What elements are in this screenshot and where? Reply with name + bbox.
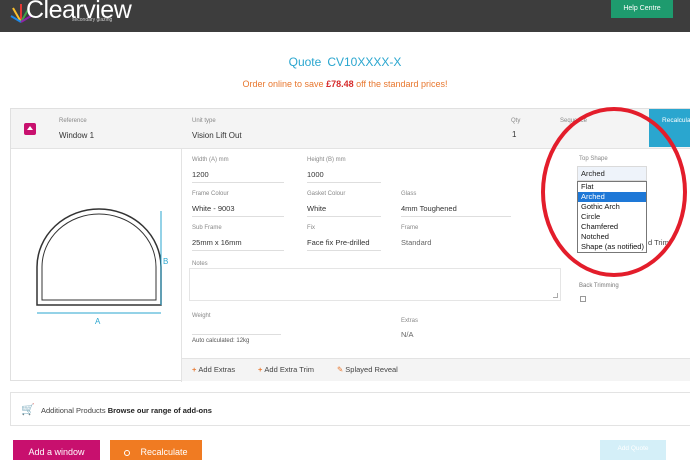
edit-icon: ✎: [337, 365, 344, 374]
top-shape-option-shape-as-notified[interactable]: Shape (as notified): [578, 242, 646, 252]
additional-products-text: Additional Products Browse our range of …: [41, 406, 212, 415]
width-label: Width (A) mm: [192, 157, 229, 163]
top-shape-option-gothic-arch[interactable]: Gothic Arch: [578, 202, 646, 212]
logo-subtitle: secondary glazing: [72, 17, 113, 23]
promo-text-before: Order online to save: [242, 79, 327, 89]
window-shape-preview: B A: [11, 149, 182, 382]
top-shape-option-circle[interactable]: Circle: [578, 212, 646, 222]
reference-field[interactable]: Window 1: [59, 131, 94, 140]
plus-icon: +: [192, 365, 197, 374]
diagram-label-b: B: [163, 257, 168, 266]
sub-frame-select[interactable]: 25mm x 16mm: [192, 238, 284, 251]
top-shape-label: Top Shape: [579, 156, 608, 162]
quote-title-label: Quote: [288, 55, 322, 69]
splayed-reveal-label: Splayed Reveal: [345, 365, 398, 374]
gasket-colour-label: Gasket Colour: [307, 191, 346, 197]
add-window-button[interactable]: Add a window: [13, 440, 100, 460]
sequence-label: Sequence: [560, 118, 588, 124]
spinner-icon: [124, 449, 131, 456]
plus-icon: +: [258, 365, 263, 374]
recalculate-button[interactable]: Recalculate: [110, 440, 202, 460]
unit-type-label: Unit type: [192, 118, 216, 124]
top-shape-select[interactable]: Arched: [577, 166, 647, 181]
add-extra-trim-label: Add Extra Trim: [264, 365, 314, 374]
frame-colour-select[interactable]: White - 9003: [192, 204, 284, 217]
height-input[interactable]: 1000: [307, 170, 381, 183]
recalculate-tab-button[interactable]: Recalculate: [649, 109, 690, 147]
glass-label: Glass: [401, 191, 417, 197]
frame-label: Frame: [401, 225, 419, 231]
frame-colour-label: Frame Colour: [192, 191, 229, 197]
add-extras-label: Add Extras: [198, 365, 236, 374]
weight-label: Weight: [192, 313, 211, 319]
promo-amount: £78.48: [326, 79, 354, 89]
weight-auto-note: Auto calculated: 12kg: [192, 338, 250, 344]
unit-type-select[interactable]: Vision Lift Out: [192, 131, 242, 140]
gasket-colour-select[interactable]: White: [307, 204, 381, 217]
weight-input[interactable]: [192, 334, 281, 335]
width-input[interactable]: 1200: [192, 170, 284, 183]
additional-products-prefix: Additional Products: [41, 406, 106, 415]
diagram-label-a: A: [95, 317, 101, 326]
fix-label: Fix: [307, 225, 315, 231]
top-bar: Clearview secondary glazing Help Centre: [0, 0, 690, 32]
extras-value: N/A: [401, 330, 414, 339]
recalculate-label: Recalculate: [140, 447, 188, 457]
top-shape-option-notched[interactable]: Notched: [578, 232, 646, 242]
trim-label-partial: d Trim: [648, 238, 669, 247]
add-extra-trim-link[interactable]: + Add Extra Trim: [258, 365, 314, 374]
top-shape-option-flat[interactable]: Flat: [578, 182, 646, 192]
panel-footer-actions: + Add Extras + Add Extra Trim ✎ Splayed Rev…: [182, 358, 690, 381]
fix-select[interactable]: Face fix Pre-drilled: [307, 238, 381, 251]
notes-textarea[interactable]: [189, 268, 561, 301]
glass-select[interactable]: 4mm Toughened: [401, 204, 511, 217]
qty-field[interactable]: 1: [512, 130, 516, 139]
reference-label: Reference: [59, 118, 87, 124]
top-shape-option-chamfered[interactable]: Chamfered: [578, 222, 646, 232]
top-shape-dropdown[interactable]: Flat Arched Gothic Arch Circle Chamfered…: [577, 181, 647, 253]
browse-addons-link[interactable]: Browse our range of add-ons: [108, 406, 212, 415]
sub-frame-label: Sub Frame: [192, 225, 222, 231]
page-title: Quote CV10XXXX-X: [0, 55, 690, 69]
faded-action-button[interactable]: Add Quote: [600, 440, 666, 460]
promo-text-after: off the standard prices!: [353, 79, 448, 89]
extras-label: Extras: [401, 318, 419, 324]
notes-label: Notes: [192, 261, 208, 267]
additional-products-bar[interactable]: 🛒 Additional Products Browse our range o…: [10, 392, 690, 426]
top-shape-option-arched[interactable]: Arched: [578, 192, 646, 202]
arched-window-diagram: B A: [36, 208, 168, 326]
promo-banner: Order online to save £78.48 off the stan…: [0, 79, 690, 89]
back-trimming-checkbox[interactable]: [580, 296, 586, 302]
window-panel-header: Reference Window 1 Unit type Vision Lift…: [11, 109, 690, 149]
height-label: Height (B) mm: [307, 157, 346, 163]
resize-grip-icon[interactable]: [553, 293, 558, 298]
splayed-reveal-link[interactable]: ✎ Splayed Reveal: [337, 365, 398, 374]
qty-label: Qty: [511, 118, 521, 124]
help-centre-button[interactable]: Help Centre: [611, 0, 673, 18]
frame-value: Standard: [401, 238, 432, 247]
cart-plus-icon: 🛒: [21, 404, 35, 416]
quote-reference: CV10XXXX-X: [327, 55, 402, 69]
add-extras-link[interactable]: + Add Extras: [192, 365, 235, 374]
collapse-toggle-button[interactable]: [24, 123, 36, 135]
back-trimming-label: Back Trimming: [579, 283, 619, 289]
